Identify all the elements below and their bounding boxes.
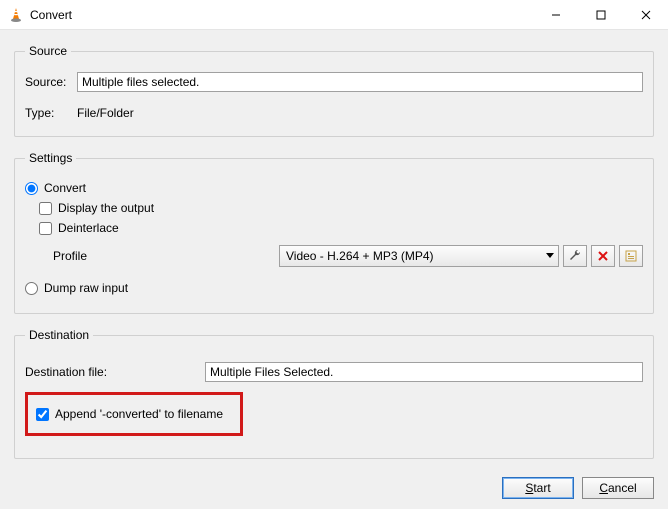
destination-group: Destination Destination file: Append '-c… bbox=[14, 328, 654, 459]
destination-file-input[interactable] bbox=[205, 362, 643, 382]
deinterlace-label: Deinterlace bbox=[58, 221, 119, 235]
profile-combobox[interactable]: Video - H.264 + MP3 (MP4) bbox=[279, 245, 559, 267]
append-converted-label: Append '-converted' to filename bbox=[55, 407, 223, 421]
deinterlace-checkbox[interactable] bbox=[39, 222, 52, 235]
app-icon bbox=[8, 7, 24, 23]
dump-radio-label: Dump raw input bbox=[44, 281, 128, 295]
chevron-down-icon bbox=[546, 253, 554, 259]
dialog-footer: Start Cancel bbox=[14, 467, 654, 499]
profile-value: Video - H.264 + MP3 (MP4) bbox=[286, 249, 434, 263]
source-input[interactable] bbox=[77, 72, 643, 92]
new-profile-icon bbox=[625, 250, 637, 262]
minimize-button[interactable] bbox=[533, 0, 578, 30]
destination-file-label: Destination file: bbox=[25, 365, 205, 379]
display-output-label: Display the output bbox=[58, 201, 154, 215]
source-legend: Source bbox=[25, 44, 71, 58]
delete-icon bbox=[597, 250, 609, 262]
edit-profile-button[interactable] bbox=[563, 245, 587, 267]
wrench-icon bbox=[568, 249, 582, 263]
destination-legend: Destination bbox=[25, 328, 93, 342]
append-highlight: Append '-converted' to filename bbox=[25, 392, 243, 436]
dialog-content: Source Source: Type: File/Folder Setting… bbox=[0, 30, 668, 509]
settings-group: Settings Convert Display the output Dein… bbox=[14, 151, 654, 314]
source-group: Source Source: Type: File/Folder bbox=[14, 44, 654, 137]
start-button[interactable]: Start bbox=[502, 477, 574, 499]
settings-legend: Settings bbox=[25, 151, 76, 165]
profile-label: Profile bbox=[25, 249, 275, 263]
display-output-checkbox[interactable] bbox=[39, 202, 52, 215]
append-converted-checkbox[interactable] bbox=[36, 408, 49, 421]
maximize-button[interactable] bbox=[578, 0, 623, 30]
delete-profile-button[interactable] bbox=[591, 245, 615, 267]
dump-radio[interactable] bbox=[25, 282, 38, 295]
type-label: Type: bbox=[25, 106, 77, 120]
new-profile-button[interactable] bbox=[619, 245, 643, 267]
titlebar: Convert bbox=[0, 0, 668, 30]
window-title: Convert bbox=[30, 8, 72, 22]
close-button[interactable] bbox=[623, 0, 668, 30]
cancel-button[interactable]: Cancel bbox=[582, 477, 654, 499]
convert-radio[interactable] bbox=[25, 182, 38, 195]
type-value: File/Folder bbox=[77, 106, 134, 120]
source-label: Source: bbox=[25, 75, 77, 89]
convert-radio-label: Convert bbox=[44, 181, 86, 195]
